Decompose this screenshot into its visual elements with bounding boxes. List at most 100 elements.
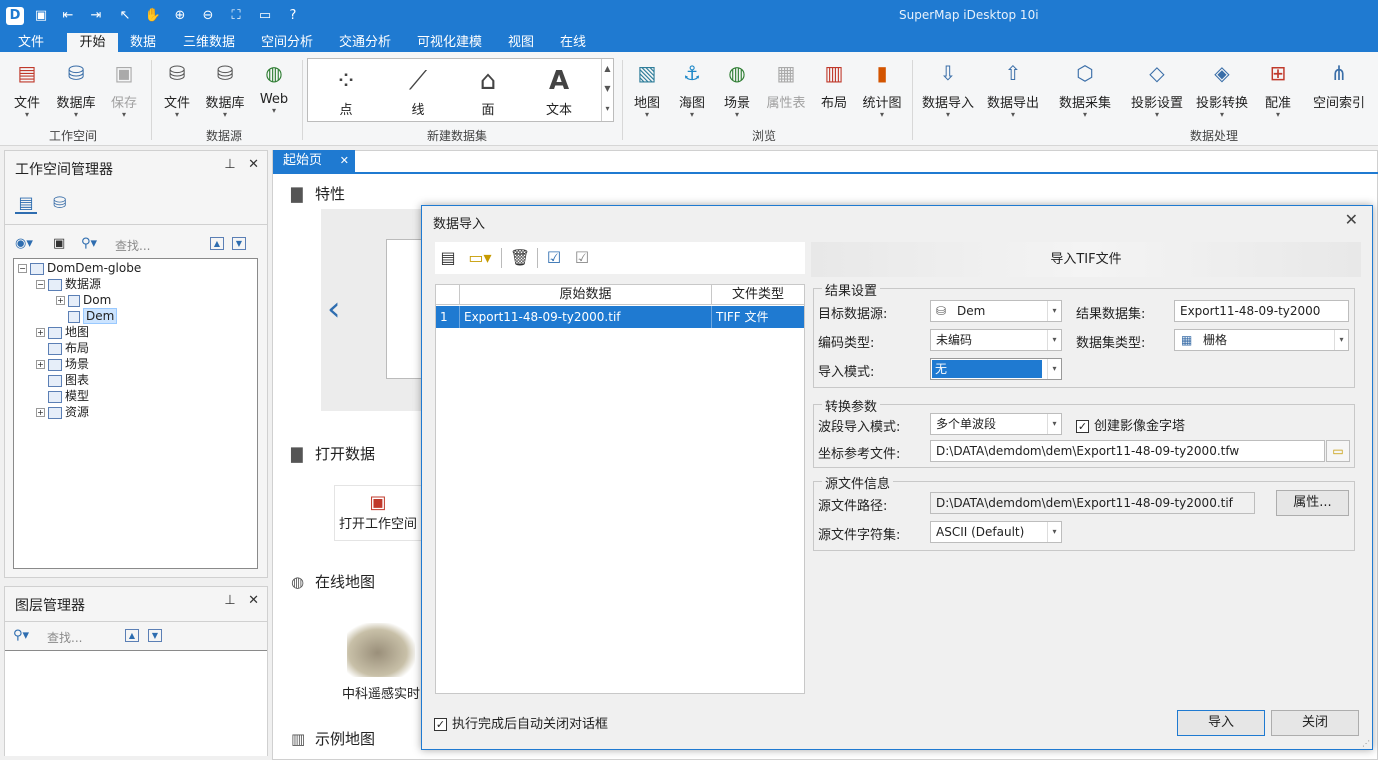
tree-maps[interactable]: + 地图	[36, 324, 89, 340]
pan-icon[interactable]: ✋	[144, 7, 162, 25]
result-dataset-input[interactable]: Export11-48-09-ty2000	[1174, 300, 1349, 322]
browse-folder-icon[interactable]: ▭	[1326, 440, 1350, 462]
back-icon[interactable]: ⇤	[59, 7, 77, 25]
tree-resources[interactable]: + 资源	[36, 404, 89, 420]
browse-layout-button[interactable]: ▥ 布局	[817, 58, 851, 111]
menu-home[interactable]: 开始	[67, 33, 118, 52]
close-button[interactable]: 关闭	[1271, 710, 1359, 736]
menu-file[interactable]: 文件	[12, 33, 50, 52]
auto-close-checkbox[interactable]: ✓ 执行完成后自动关闭对话框	[434, 713, 608, 732]
zoom-in-icon[interactable]: ⊕	[171, 7, 189, 25]
dialog-close-icon[interactable]: ✕	[1345, 210, 1358, 229]
next-icon[interactable]: ▼	[148, 629, 162, 642]
open-workspace-card[interactable]: ▣ 打开工作空间	[334, 485, 422, 541]
spatial-index-button[interactable]: ⋔ 空间索引	[1311, 58, 1367, 111]
invert-selection-icon[interactable]: ☑	[571, 248, 593, 268]
pyramid-checkbox[interactable]: ✓ 创建影像金字塔	[1076, 415, 1185, 434]
expand-icon[interactable]: +	[36, 360, 45, 369]
pin-icon[interactable]: ⊥	[224, 157, 235, 172]
expand-icon[interactable]: +	[36, 408, 45, 417]
add-folder-icon[interactable]: ▭▾	[465, 248, 495, 268]
grid-row-name[interactable]: Export11-48-09-ty2000.tif	[460, 306, 712, 328]
collapse-icon[interactable]: −	[36, 280, 45, 289]
workspace-tab-icon[interactable]: ▤	[15, 193, 37, 214]
data-import-button[interactable]: ⇩ 数据导入 ▾	[920, 58, 976, 119]
delete-icon[interactable]: 🗑	[509, 248, 531, 268]
zoom-out-icon[interactable]: ⊖	[199, 7, 217, 25]
tree-root[interactable]: − DomDem-globe	[18, 260, 141, 276]
feature-thumbnail[interactable]	[386, 239, 426, 379]
menu-online[interactable]: 在线	[554, 33, 592, 52]
projection-setting-button[interactable]: ◇ 投影设置 ▾	[1129, 58, 1185, 119]
browse-attr-table-button[interactable]: ▦ 属性表	[764, 58, 808, 111]
layer-search-input[interactable]: 查找...	[47, 629, 82, 646]
expand-icon[interactable]: +	[36, 328, 45, 337]
select-all-icon[interactable]: ☑	[543, 248, 565, 268]
menu-view[interactable]: 视图	[502, 33, 540, 52]
tree-charts[interactable]: 图表	[48, 372, 89, 388]
tree-datasources[interactable]: − 数据源	[36, 276, 101, 292]
workspace-search-input[interactable]: 查找...	[115, 237, 150, 254]
projection-transform-button[interactable]: ◈ 投影转换 ▾	[1194, 58, 1250, 119]
carousel-prev-icon[interactable]: ‹	[327, 291, 341, 327]
expand-icon[interactable]: +	[56, 296, 65, 305]
menu-visual-modeling[interactable]: 可视化建模	[411, 33, 488, 52]
properties-button[interactable]: 属性...	[1276, 490, 1349, 516]
collapse-icon[interactable]: −	[18, 264, 27, 273]
locate-icon[interactable]: ▣	[53, 236, 65, 251]
new-text-button[interactable]: A 文本	[529, 63, 589, 118]
menu-3d-data[interactable]: 三维数据	[177, 33, 241, 52]
data-export-button[interactable]: ⇧ 数据导出 ▾	[985, 58, 1041, 119]
new-region-button[interactable]: ⌂ 面	[458, 63, 518, 118]
encode-type-select[interactable]: 未编码 ▾	[930, 329, 1062, 351]
next-icon[interactable]: ▼	[232, 237, 246, 250]
ws-save-button[interactable]: ▣ 保存 ▾	[106, 58, 142, 119]
browse-scene-button[interactable]: ◍ 场景 ▾	[720, 58, 754, 119]
data-collect-button[interactable]: ⬡ 数据采集 ▾	[1057, 58, 1113, 119]
previous-icon[interactable]: ▲	[210, 237, 224, 250]
ds-file-button[interactable]: ⛁ 文件 ▾	[158, 58, 196, 119]
online-map-card[interactable]: 中科遥感实时	[339, 617, 423, 703]
search-icon[interactable]: ⚲▾	[81, 236, 97, 251]
close-icon[interactable]: ✕	[248, 593, 259, 608]
full-extent-icon[interactable]: ⛶	[227, 7, 245, 25]
grid-header-source[interactable]: 原始数据	[460, 285, 712, 305]
menu-data[interactable]: 数据	[124, 33, 162, 52]
resize-grip-icon[interactable]: ⋰	[1362, 739, 1370, 748]
browse-chart-button[interactable]: ⚓ 海图 ▾	[675, 58, 709, 119]
previous-icon[interactable]: ▲	[125, 629, 139, 642]
tree-models[interactable]: 模型	[48, 388, 89, 404]
browse-map-button[interactable]: ▧ 地图 ▾	[630, 58, 664, 119]
help-icon[interactable]: ?	[284, 7, 302, 25]
tab-close-icon[interactable]: ✕	[340, 150, 349, 172]
coord-ref-input[interactable]: D:\DATA\demdom\dem\Export11-48-09-ty2000…	[930, 440, 1325, 462]
tab-start-page[interactable]: 起始页 ✕	[273, 150, 355, 172]
source-path-input[interactable]: D:\DATA\demdom\dem\Export11-48-09-ty2000…	[930, 492, 1255, 514]
source-charset-select[interactable]: ASCII (Default) ▾	[930, 521, 1062, 543]
cloud-tab-icon[interactable]: ⛁	[53, 193, 66, 212]
close-icon[interactable]: ✕	[248, 157, 259, 172]
save-icon[interactable]: ▣	[32, 7, 50, 25]
ws-file-button[interactable]: ▤ 文件 ▾	[8, 58, 46, 119]
add-file-icon[interactable]: ▤	[437, 248, 459, 268]
ds-web-button[interactable]: ◍ Web ▾	[256, 58, 292, 115]
dataset-type-select[interactable]: ▦ 栅格 ▾	[1174, 329, 1349, 351]
register-button[interactable]: ⊞ 配准 ▾	[1260, 58, 1296, 119]
browse-stat-chart-button[interactable]: ▮ 统计图 ▾	[860, 58, 904, 119]
layer-search-icon[interactable]: ⚲▾	[13, 628, 29, 643]
ds-database-button[interactable]: ⛁ 数据库 ▾	[203, 58, 247, 119]
pointer-icon[interactable]: ↖	[116, 7, 134, 25]
import-mode-select[interactable]: 无 ▾	[930, 358, 1062, 380]
ws-database-button[interactable]: ⛁ 数据库 ▾	[54, 58, 98, 119]
menu-traffic-analysis[interactable]: 交通分析	[333, 33, 397, 52]
grid-row-index[interactable]: 1	[436, 306, 460, 328]
tree-ds-dom[interactable]: + Dom	[56, 292, 111, 308]
pin-icon[interactable]: ⊥	[224, 593, 235, 608]
menu-spatial-analysis[interactable]: 空间分析	[255, 33, 319, 52]
view-options-icon[interactable]: ◉▾	[15, 236, 33, 251]
grid-row-type[interactable]: TIFF 文件	[712, 306, 804, 328]
tree-ds-dem[interactable]: Dem	[68, 308, 118, 324]
import-button[interactable]: 导入	[1177, 710, 1265, 736]
new-line-button[interactable]: ⟋ 线	[388, 63, 448, 118]
grid-header-type[interactable]: 文件类型	[712, 285, 804, 305]
